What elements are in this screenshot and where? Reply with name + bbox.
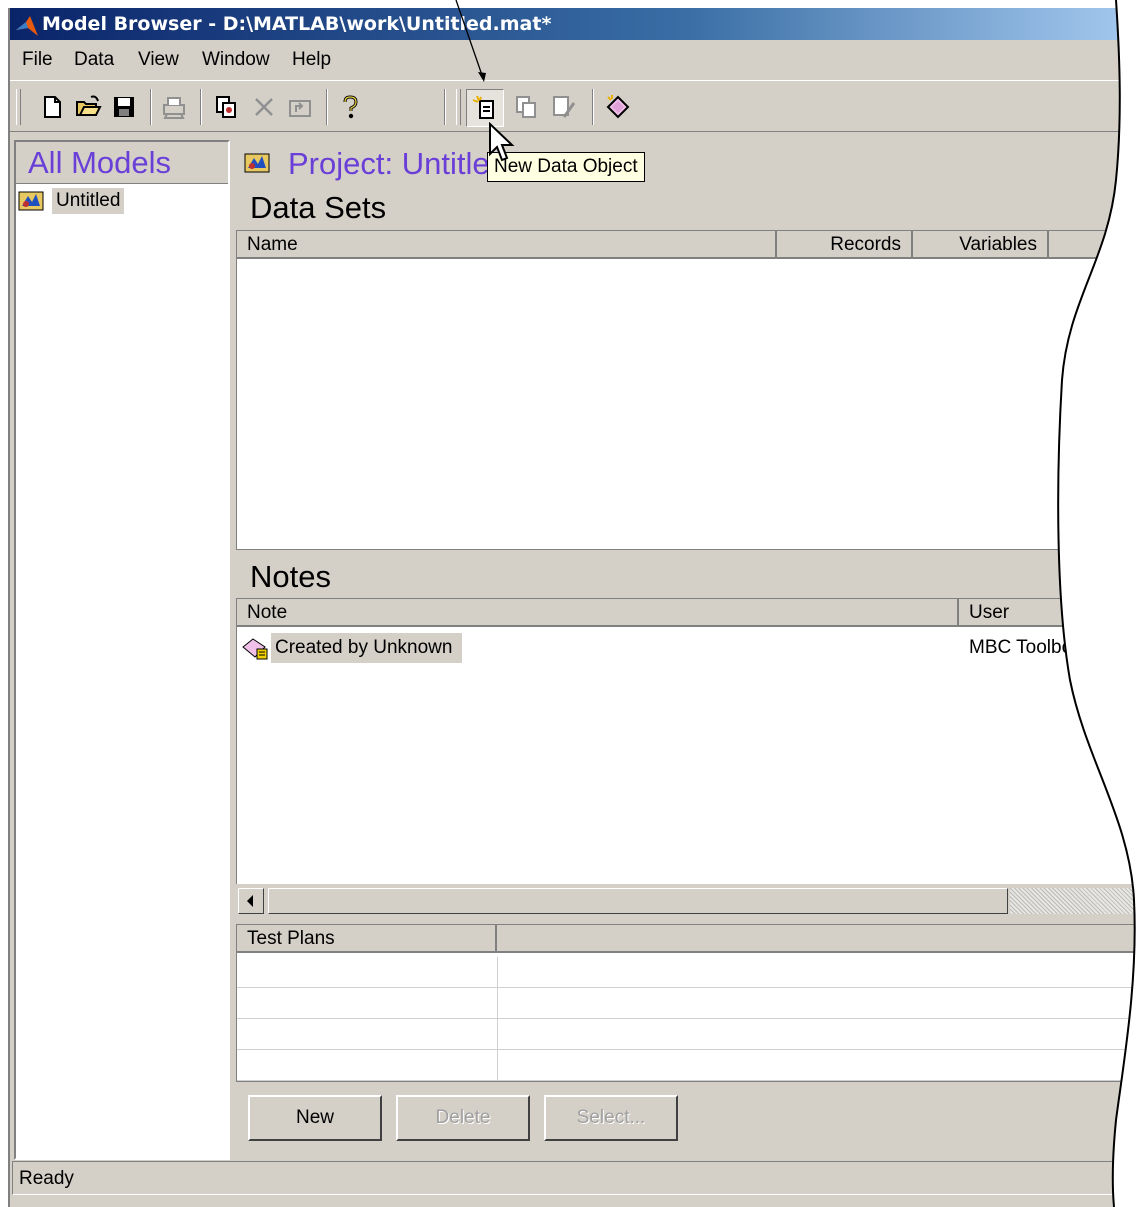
torn-edge-decoration	[1057, 0, 1136, 1207]
